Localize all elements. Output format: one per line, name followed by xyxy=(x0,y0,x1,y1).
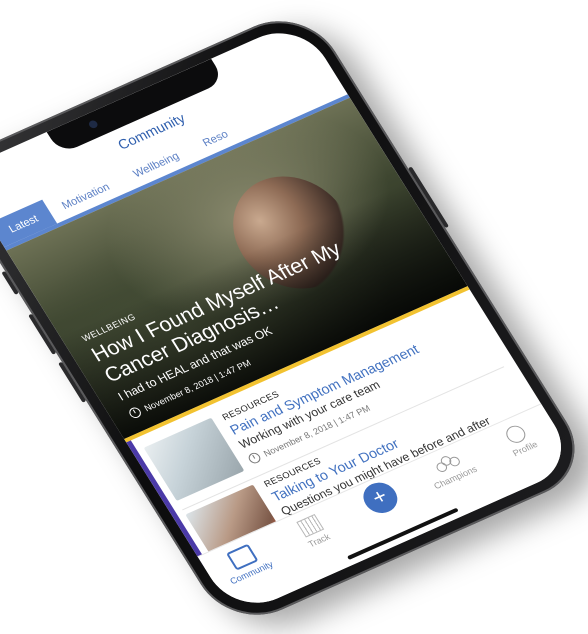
plus-icon[interactable]: + xyxy=(357,477,404,519)
smartphone: Community Latest Motivation Wellbeing Re… xyxy=(0,3,588,633)
clock-icon xyxy=(246,451,263,466)
front-camera xyxy=(87,119,100,130)
